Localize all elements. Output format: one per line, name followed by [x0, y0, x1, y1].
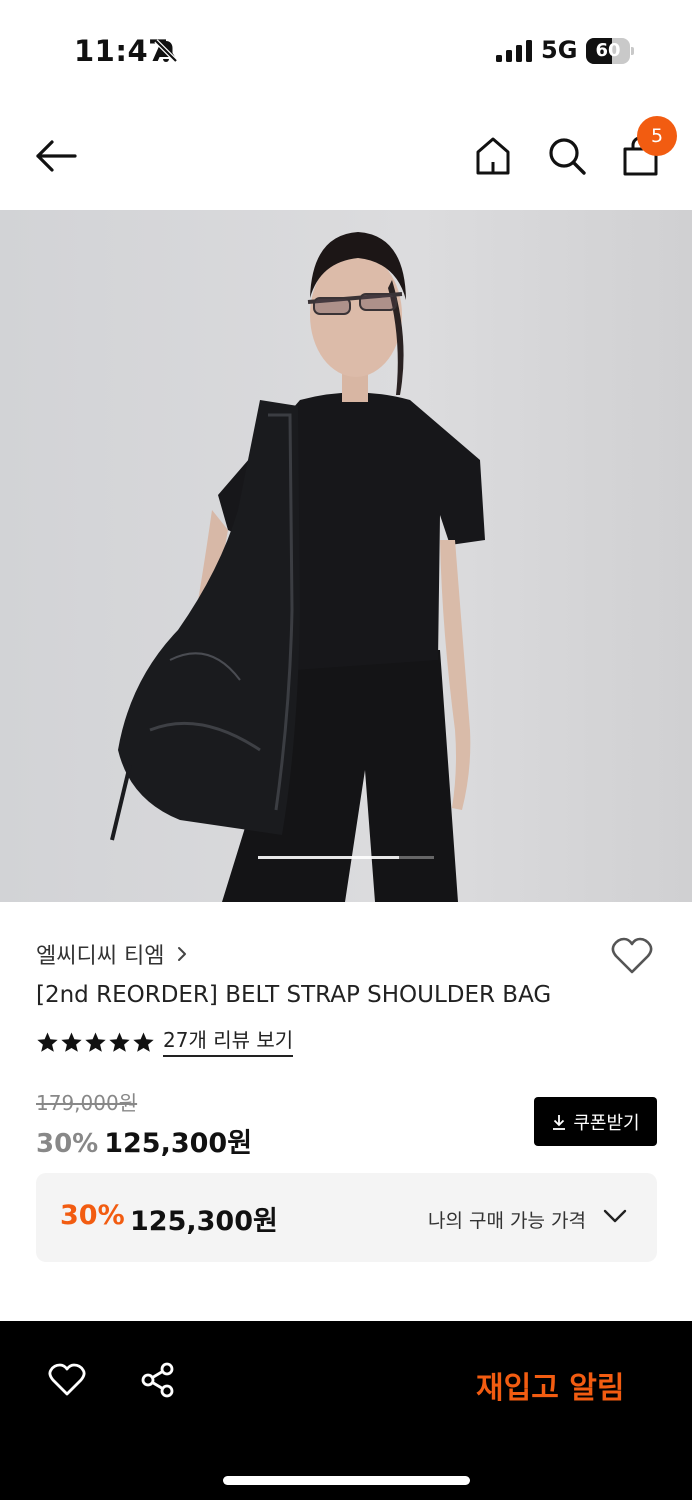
share-icon[interactable] [139, 1361, 177, 1399]
rating-row: 27개 리뷰 보기 [36, 1028, 294, 1057]
product-title: [2nd REORDER] BELT STRAP SHOULDER BAG [36, 982, 552, 1008]
image-carousel-indicator [258, 856, 434, 859]
heart-icon[interactable] [48, 1363, 86, 1397]
signal-icon [496, 40, 532, 62]
my-price-dropdown[interactable]: 30% 125,300원 나의 구매 가능 가격 [36, 1173, 657, 1262]
chevron-right-icon [178, 947, 187, 961]
discount-price-row: 30% 125,300원 [36, 1121, 252, 1160]
discount-rate: 30% [36, 1129, 99, 1159]
my-price-label: 나의 구매 가능 가격 [428, 1210, 586, 1232]
back-arrow-icon[interactable] [34, 138, 78, 174]
star-icon [109, 1032, 130, 1052]
bell-slash-icon [154, 39, 178, 63]
header [0, 100, 692, 210]
review-link[interactable]: 27개 리뷰 보기 [163, 1028, 294, 1057]
chevron-down-icon [603, 1209, 627, 1223]
my-price-rate: 30% [60, 1200, 125, 1231]
rating-stars [36, 1031, 156, 1054]
bottom-action-bar: 재입고 알림 [0, 1321, 692, 1500]
cart-count-badge: 5 [637, 116, 677, 156]
brand-link[interactable]: 엘씨디씨 티엠 [36, 938, 188, 970]
star-icon [133, 1032, 154, 1052]
original-price: 179,000원 [36, 1091, 138, 1115]
download-icon [553, 1114, 566, 1130]
coupon-button-label: 쿠폰받기 [573, 1112, 640, 1134]
product-photo [0, 210, 692, 902]
search-icon[interactable] [547, 136, 587, 176]
product-image[interactable] [0, 210, 692, 902]
coupon-download-button[interactable]: 쿠폰받기 [534, 1097, 657, 1146]
battery-label: 60 [595, 40, 621, 61]
home-icon[interactable] [474, 136, 512, 176]
heart-icon[interactable] [610, 936, 654, 976]
carousel-indicator-fill [258, 856, 399, 859]
network-label: 5G [541, 36, 578, 64]
star-icon [85, 1032, 106, 1052]
sale-price: 125,300원 [104, 1128, 253, 1159]
my-price-value: 125,300원 [130, 1206, 278, 1237]
star-icon [61, 1032, 82, 1052]
restock-alert-button[interactable]: 재입고 알림 [476, 1363, 624, 1407]
battery-icon: 60 [586, 38, 634, 64]
home-indicator [223, 1476, 470, 1485]
star-icon [37, 1032, 58, 1052]
brand-name: 엘씨디씨 티엠 [36, 944, 165, 969]
status-bar: 11:47 5G 60 [0, 0, 692, 100]
